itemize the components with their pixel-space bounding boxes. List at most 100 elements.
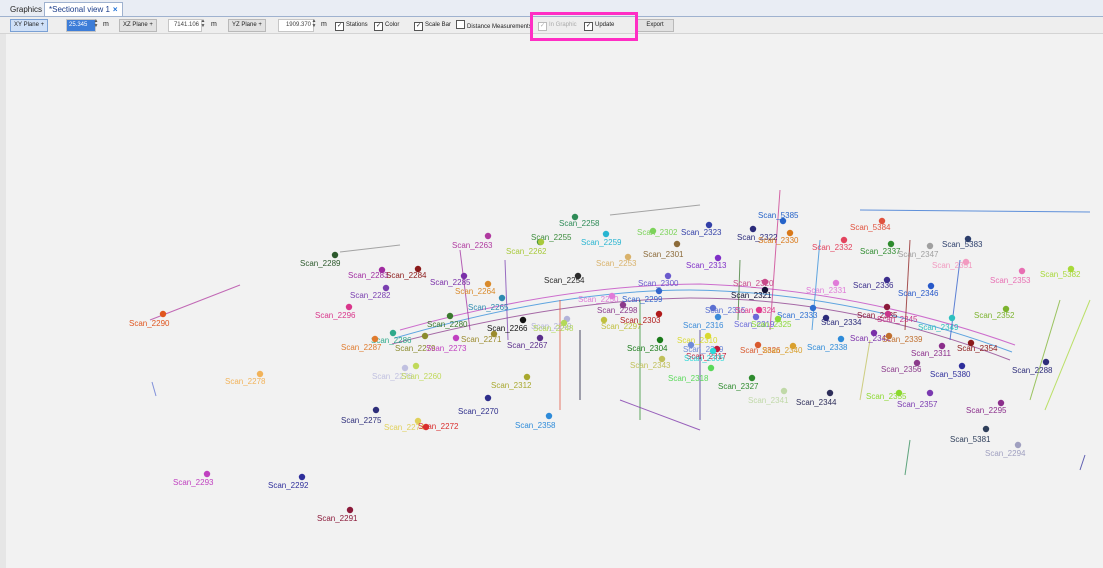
scan-station[interactable]: Scan_2321 xyxy=(731,286,772,300)
scan-station[interactable]: Scan_2343 xyxy=(630,355,671,370)
scan-marker[interactable] xyxy=(926,242,934,250)
scan-station[interactable]: Scan_2291 xyxy=(317,506,358,523)
checkbox-checked-icon[interactable]: ✓ xyxy=(374,22,383,31)
scan-marker[interactable] xyxy=(545,412,553,420)
scan-station[interactable]: Scan_2302 xyxy=(637,227,678,237)
scan-station[interactable]: Scan_2293 xyxy=(173,470,214,487)
xz-plane-button[interactable]: XZ Plane + xyxy=(119,19,157,32)
scan-station[interactable]: Scan_2312 xyxy=(491,373,532,390)
scan-station[interactable]: Scan_5380 xyxy=(930,362,971,379)
scan-marker[interactable] xyxy=(673,240,681,248)
sectional-view-canvas[interactable]: Scan_5385 Scan_2258 Scan_2263 Scan_2255 Scan… xyxy=(0,34,1103,568)
scan-station[interactable]: Scan_2272 xyxy=(418,422,459,431)
scan-station[interactable]: Scan_2340 xyxy=(762,342,803,355)
scan-station[interactable]: Scan_2336 xyxy=(853,276,894,290)
scan-station[interactable]: Scan_2294 xyxy=(985,441,1026,458)
scan-station[interactable]: Scan_5384 xyxy=(850,217,891,232)
scan-station[interactable]: Scan_2324 xyxy=(735,306,776,315)
scan-marker[interactable] xyxy=(371,335,379,343)
scan-marker[interactable] xyxy=(1014,441,1022,449)
scan-station[interactable]: Scan_2356 xyxy=(881,359,922,374)
color-checkbox[interactable]: ✓ Color xyxy=(374,20,399,31)
yz-plane-button[interactable]: YZ Plane + xyxy=(228,19,266,32)
scan-marker[interactable] xyxy=(948,314,956,322)
spin-down-icon[interactable]: ▼ xyxy=(311,24,317,29)
scan-station[interactable]: Scan_5382 xyxy=(1040,265,1081,279)
scan-station[interactable]: Scan_2301 xyxy=(643,240,684,259)
scan-station[interactable]: Scan_2339 xyxy=(882,332,923,344)
scan-station[interactable]: Scan_2288 xyxy=(1012,358,1053,375)
scan-station[interactable]: Scan_2352 xyxy=(974,305,1015,320)
scan-station[interactable]: Scan_2316 xyxy=(683,313,724,330)
scan-marker[interactable] xyxy=(958,362,966,370)
scan-station[interactable]: Scan_2347 xyxy=(898,242,939,259)
xz-plane-stepper[interactable]: ▲ ▼ xyxy=(200,19,206,30)
scan-marker[interactable] xyxy=(446,312,454,320)
scan-marker[interactable] xyxy=(982,425,990,433)
scan-marker[interactable] xyxy=(345,303,353,311)
scan-marker[interactable] xyxy=(837,335,845,343)
scan-station[interactable]: Scan_2354 xyxy=(957,339,998,353)
scan-marker[interactable] xyxy=(655,287,663,295)
scan-station[interactable]: Scan_2284 xyxy=(386,265,427,280)
scan-station[interactable]: Scan_2282 xyxy=(350,284,391,300)
scan-marker[interactable] xyxy=(159,310,167,318)
scale-bar-checkbox[interactable]: ✓ Scale Bar xyxy=(414,20,451,31)
scan-station[interactable]: Scan_2263 xyxy=(452,232,493,250)
checkbox-unchecked-icon[interactable] xyxy=(456,20,465,29)
scan-station[interactable]: Scan_2275 xyxy=(341,406,382,425)
scan-station[interactable]: Scan_2344 xyxy=(796,389,837,407)
scan-station[interactable]: Scan_2313 xyxy=(686,254,727,270)
scan-marker[interactable] xyxy=(452,334,460,342)
scan-marker[interactable] xyxy=(298,473,306,481)
scan-station[interactable]: Scan_2287 xyxy=(341,335,382,352)
scan-station[interactable]: Scan_2334 xyxy=(821,314,862,327)
scan-station[interactable]: Scan_2346 xyxy=(898,282,939,298)
scan-station[interactable]: Scan_2258 xyxy=(559,213,600,228)
scan-station[interactable]: Scan_2333 xyxy=(777,304,818,320)
scan-marker[interactable] xyxy=(1042,358,1050,366)
scan-marker[interactable] xyxy=(926,389,934,397)
scan-station[interactable]: Scan_2331 xyxy=(806,279,847,295)
scan-station[interactable]: Scan_2280 xyxy=(427,312,468,329)
scan-marker[interactable] xyxy=(707,364,715,372)
scan-station[interactable]: Scan_2292 xyxy=(268,473,309,490)
scan-station[interactable]: Scan_5385 xyxy=(758,211,799,225)
tab-graphics[interactable]: Graphics xyxy=(6,3,46,16)
xz-plane-input[interactable]: 7141.106 xyxy=(168,19,202,32)
close-icon[interactable]: × xyxy=(113,5,118,14)
yz-plane-input[interactable]: 1909.370 xyxy=(278,19,314,32)
scan-marker[interactable] xyxy=(656,336,664,344)
scan-marker[interactable] xyxy=(748,374,756,382)
tab-sectional-view[interactable]: *Sectional view 1 × xyxy=(44,2,123,16)
scan-station[interactable]: Scan_2338 xyxy=(807,335,848,352)
scan-marker[interactable] xyxy=(519,316,527,324)
scan-station[interactable]: Scan_2283 xyxy=(348,266,389,280)
scan-station[interactable]: Scan_2310 xyxy=(677,332,718,345)
scan-marker[interactable] xyxy=(421,332,429,340)
scan-station[interactable]: Scan_2255 xyxy=(531,233,572,246)
scan-marker[interactable] xyxy=(498,294,506,302)
scan-station[interactable]: Scan_2285 xyxy=(430,272,471,287)
scan-station[interactable]: Scan_2250 xyxy=(578,292,619,304)
scan-station[interactable]: Scan_2299 xyxy=(622,287,663,304)
scan-station[interactable]: Scan_2304 xyxy=(627,336,668,353)
scan-station[interactable]: Scan_2295 xyxy=(966,399,1007,415)
scan-station[interactable]: Scan_2296 xyxy=(315,303,356,320)
scan-marker[interactable] xyxy=(484,232,492,240)
scan-station[interactable]: Scan_2327 xyxy=(718,374,759,391)
scan-station[interactable]: Scan_2262 xyxy=(506,238,547,256)
scan-station[interactable]: Scan_2290 xyxy=(129,310,170,328)
export-button[interactable]: Export xyxy=(636,19,674,32)
scan-marker[interactable] xyxy=(780,387,788,395)
checkbox-checked-icon[interactable]: ✓ xyxy=(414,22,423,31)
scan-marker[interactable] xyxy=(331,251,339,259)
scan-marker[interactable] xyxy=(749,225,757,233)
scan-marker[interactable] xyxy=(372,406,380,414)
scan-marker[interactable] xyxy=(1018,267,1026,275)
scan-marker[interactable] xyxy=(523,373,531,381)
scan-station[interactable]: Scan_2337 xyxy=(860,240,901,256)
yz-plane-stepper[interactable]: ▲ ▼ xyxy=(311,19,317,30)
xy-plane-input[interactable]: 25.345 xyxy=(66,19,96,32)
scan-station[interactable]: Scan_5383 xyxy=(942,235,983,249)
